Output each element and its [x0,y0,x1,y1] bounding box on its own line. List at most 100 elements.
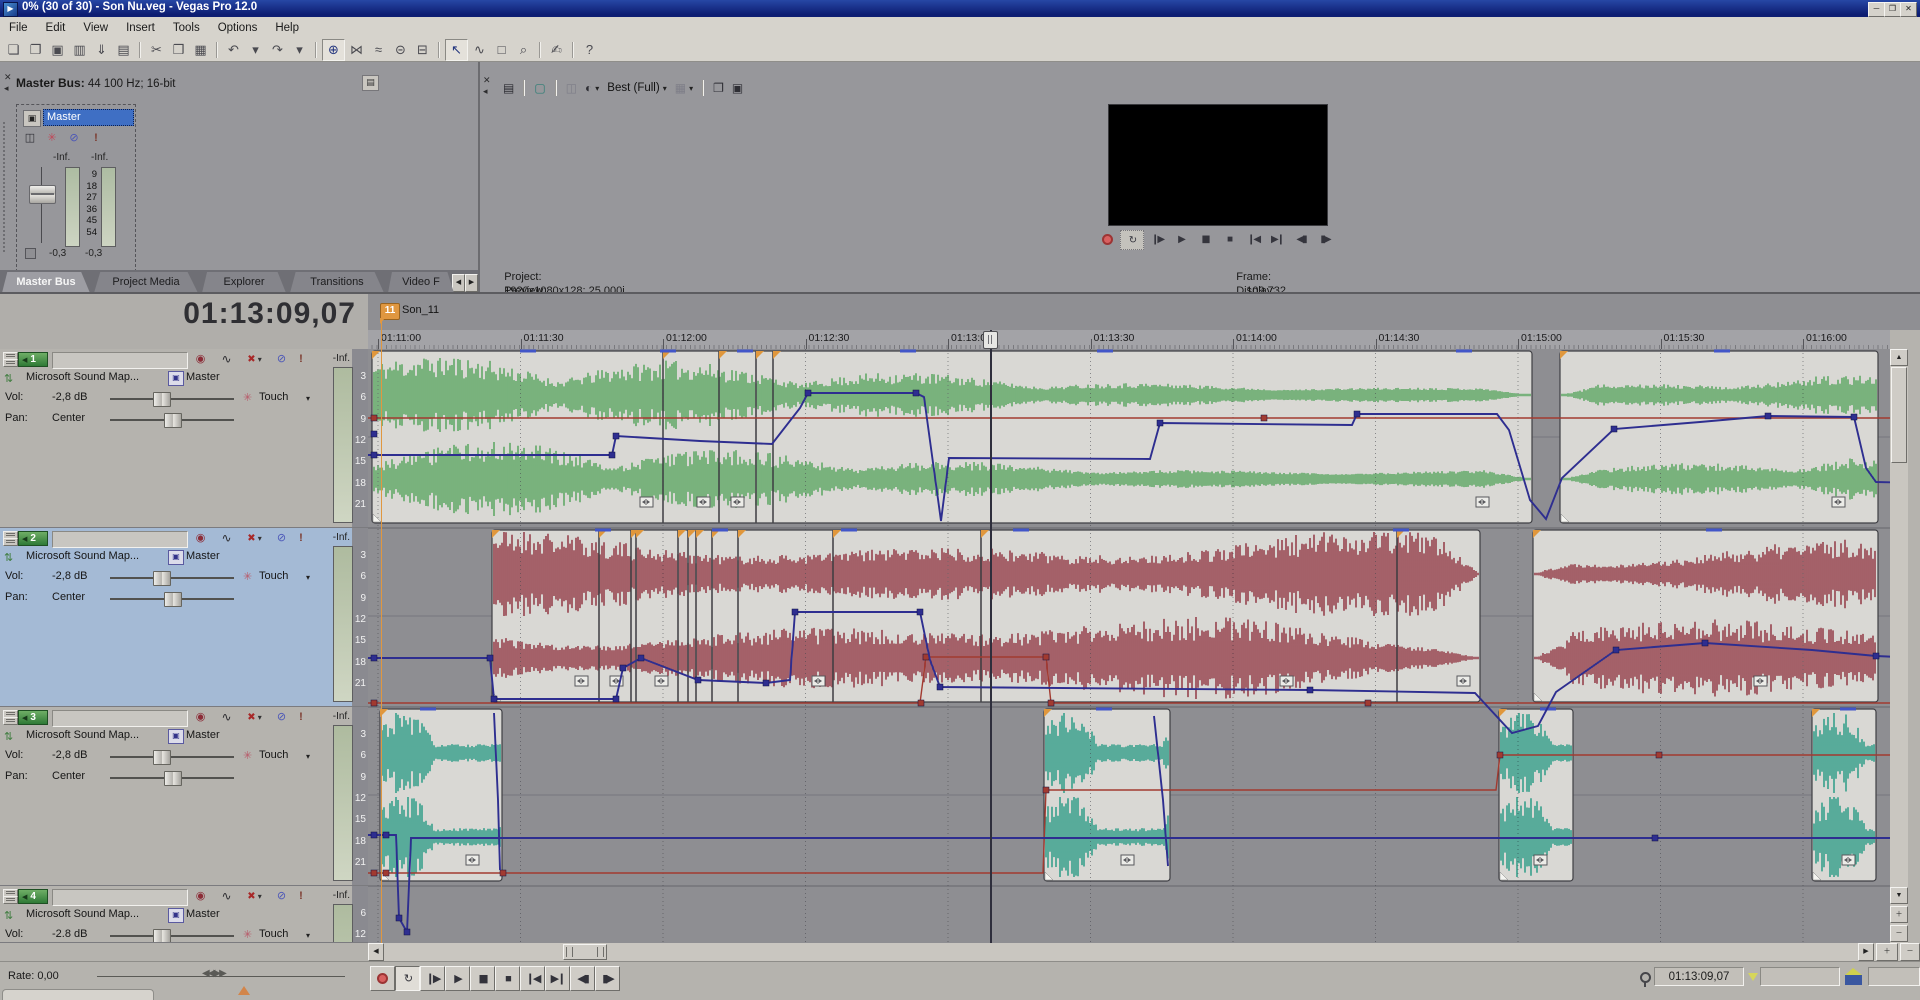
toolbar-auto-ripple-icon[interactable]: ≈ [368,40,389,60]
close-button[interactable]: ✕ [1900,2,1917,17]
toolbar-save-as-icon[interactable]: ▥ [69,40,90,60]
toolbar-redo-dropdown-icon[interactable]: ▾ [289,40,310,60]
track-restore-button[interactable] [3,717,18,725]
track-device-button[interactable]: Microsoft Sound Map... [26,371,166,385]
time-pin-icon[interactable] [1640,972,1651,983]
solo-icon[interactable]: ⊘ [273,531,290,546]
vol-slider[interactable] [153,571,171,586]
cursor-time-display[interactable]: 01:13:09,07 [183,297,356,331]
video-output-fx-icon[interactable]: ◫ [563,80,580,96]
bus-mute-icon[interactable]: ! [87,131,105,146]
mixer-pin-icon[interactable]: ◂ [4,84,9,92]
track-header-4[interactable]: ◀4◉∿✖▾⊘!-Inf.612⇅Microsoft Sound Map...▣… [0,886,368,943]
tab-transitions[interactable]: Transitions [290,272,384,293]
vertical-scroll-thumb[interactable] [1891,367,1907,463]
master-bus-strip[interactable]: ▣ Master ◫ ✳ ⊘ ! -Inf. -Inf. 91827364554… [16,104,136,272]
solo-icon[interactable]: ⊘ [273,889,290,904]
phase-icon[interactable]: ! [295,710,307,725]
scroll-up-icon[interactable]: ▲ [1890,349,1908,366]
track-envelope-icon[interactable]: ∿ [216,710,237,725]
bus-assign-icon[interactable]: ▣ [168,729,184,744]
grid-overlay-icon[interactable]: ▦▾ [672,80,696,96]
track-restore-button[interactable] [3,359,18,367]
vol-slider[interactable] [153,392,171,407]
record-button[interactable] [1096,230,1118,248]
toolbar-copy-icon[interactable]: ❒ [168,40,189,60]
toolbar-ignore-event-grouping-icon[interactable]: ⊟ [412,40,433,60]
playhead-handle[interactable] [983,331,998,349]
toolbar-interactive-tutorials-icon[interactable]: ✍ [546,40,567,60]
track-device-button[interactable]: Microsoft Sound Map... [26,729,166,743]
status-time-display[interactable]: 01:13:09,07 [1654,967,1744,986]
menu-insert[interactable]: Insert [117,20,164,36]
automation-dropdown-icon[interactable]: ▾ [306,570,318,583]
tab-master-bus[interactable]: Master Bus [2,272,90,293]
scroll-down-icon[interactable]: ▼ [1890,887,1908,904]
copy-snapshot-icon[interactable]: ❐ [710,80,727,96]
rate-shuttle-handle[interactable]: ◀◀▶▶ [202,968,225,979]
bus-name-field[interactable]: Master [43,109,134,126]
track-envelope-icon[interactable]: ∿ [216,531,237,546]
toolbar-project-properties-icon[interactable]: ▤ [113,40,134,60]
mute-icon[interactable]: ✖▾ [241,531,268,546]
stop-button[interactable]: ■ [1218,230,1240,248]
tab-explorer[interactable]: Explorer [202,272,286,293]
next-frame-button[interactable]: ▮▶ [1314,230,1336,248]
toolbar-zoom-edit-tool-icon[interactable]: ⌕ [513,40,534,60]
phase-icon[interactable]: ! [295,352,307,367]
track-restore-button[interactable] [3,538,18,546]
vol-slider[interactable] [153,929,171,943]
toolbar-envelope-edit-tool-icon[interactable]: ∿ [469,40,490,60]
save-snapshot-icon[interactable]: ▣ [729,80,746,96]
play-button[interactable]: ▶ [1170,230,1192,248]
menu-tools[interactable]: Tools [164,20,209,36]
vol-slider[interactable] [153,750,171,765]
record-arm-icon[interactable]: ◉ [192,889,209,904]
bus-assign-icon[interactable]: ▣ [168,550,184,565]
dock-splitter[interactable] [478,62,480,293]
track-header-1[interactable]: ◀1◉∿✖▾⊘!-Inf.36912151821⇅Microsoft Sound… [0,349,368,528]
phase-icon[interactable]: ! [295,531,307,546]
pan-slider[interactable] [164,592,182,607]
solo-icon[interactable]: ⊘ [273,352,290,367]
track-header-3[interactable]: ◀3◉∿✖▾⊘!-Inf.36912151821⇅Microsoft Sound… [0,707,368,886]
mixer-menu-icon[interactable]: ▤ [362,75,379,91]
bus-assign-icon[interactable]: ▣ [168,908,184,923]
zoom-in-time-icon[interactable]: ＋ [1876,943,1898,961]
toolbar-save-project-icon[interactable]: ▣ [47,40,68,60]
toolbar-lock-envelopes-icon[interactable]: ⊝ [390,40,411,60]
track-device-button[interactable]: Microsoft Sound Map... [26,550,166,564]
master-fader[interactable] [29,185,56,204]
go-to-start-button[interactable]: ❙◀ [520,966,545,991]
toolbar-undo-dropdown-icon[interactable]: ▾ [245,40,266,60]
scroll-left-icon[interactable]: ◀ [368,943,384,961]
pan-slider[interactable] [164,413,182,428]
record-arm-icon[interactable]: ◉ [192,352,209,367]
play-button[interactable]: ▶ [445,966,470,991]
menu-options[interactable]: Options [209,20,267,36]
preview-pin-icon[interactable]: ◂ [483,87,488,95]
toolbar-selection-edit-tool-icon[interactable]: □ [491,40,512,60]
pause-button[interactable]: ▮▮ [470,966,495,991]
horizontal-scrollbar[interactable]: ◀ ▶ ＋ － [368,943,1920,961]
record-arm-icon[interactable]: ◉ [192,710,209,725]
preview-quality-icon[interactable]: Best (Full)▾ [604,81,669,95]
loop-button[interactable]: ↻ [1120,230,1144,250]
bus-insert-fx-icon[interactable]: ✳ [43,131,61,146]
track-name-field[interactable] [52,710,188,727]
zoom-out-time-icon[interactable]: － [1900,943,1920,961]
phase-icon[interactable]: ! [295,889,307,904]
track-name-field[interactable] [52,352,188,369]
toolbar-undo-icon[interactable]: ↶ [223,40,244,60]
menu-help[interactable]: Help [266,20,308,36]
time-ruler[interactable]: 01:11:0001:11:3001:12:0001:12:3001:13:00… [368,330,1890,350]
scroll-right-icon[interactable]: ▶ [1858,943,1874,961]
automation-settings-icon[interactable]: ✳ [243,570,257,583]
automation-settings-icon[interactable]: ✳ [243,928,257,941]
bus-solo-icon[interactable]: ⊘ [65,131,83,146]
track-name-field[interactable] [52,889,188,906]
selection-length-field[interactable] [1868,967,1920,986]
automation-dropdown-icon[interactable]: ▾ [306,928,318,941]
pan-slider[interactable] [164,771,182,786]
solo-icon[interactable]: ⊘ [273,710,290,725]
